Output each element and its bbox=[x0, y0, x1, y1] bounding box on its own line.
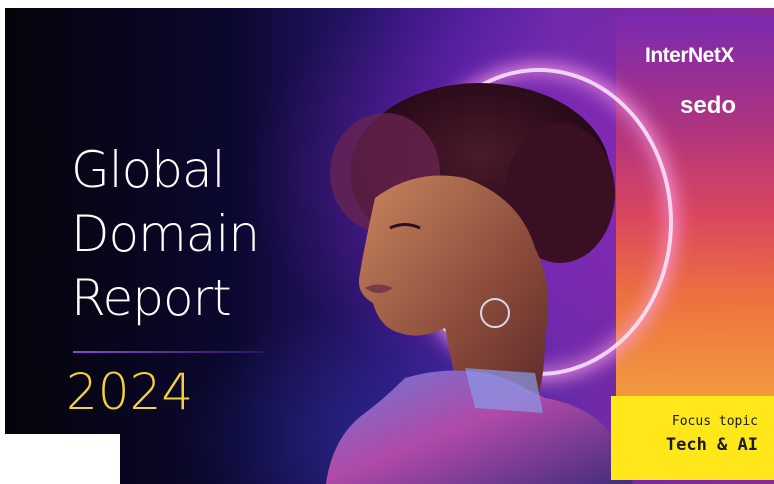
internetx-logo: InterNetX bbox=[645, 44, 734, 67]
title-divider bbox=[73, 351, 263, 353]
corner-cutout bbox=[0, 434, 120, 484]
focus-topic-box: Focus topic Tech & AI bbox=[611, 396, 774, 480]
focus-topic-label: Focus topic bbox=[671, 414, 758, 429]
report-year: 2024 bbox=[66, 363, 194, 421]
title-line-3: Report bbox=[71, 269, 232, 327]
focus-topic-value: Tech & AI bbox=[665, 435, 758, 455]
sedo-logo: sedo bbox=[680, 92, 737, 119]
portrait-illustration bbox=[325, 83, 633, 484]
title-line-1: Global bbox=[71, 141, 226, 199]
report-title: Global Domain Report bbox=[71, 138, 260, 330]
title-line-2: Domain bbox=[71, 205, 260, 263]
